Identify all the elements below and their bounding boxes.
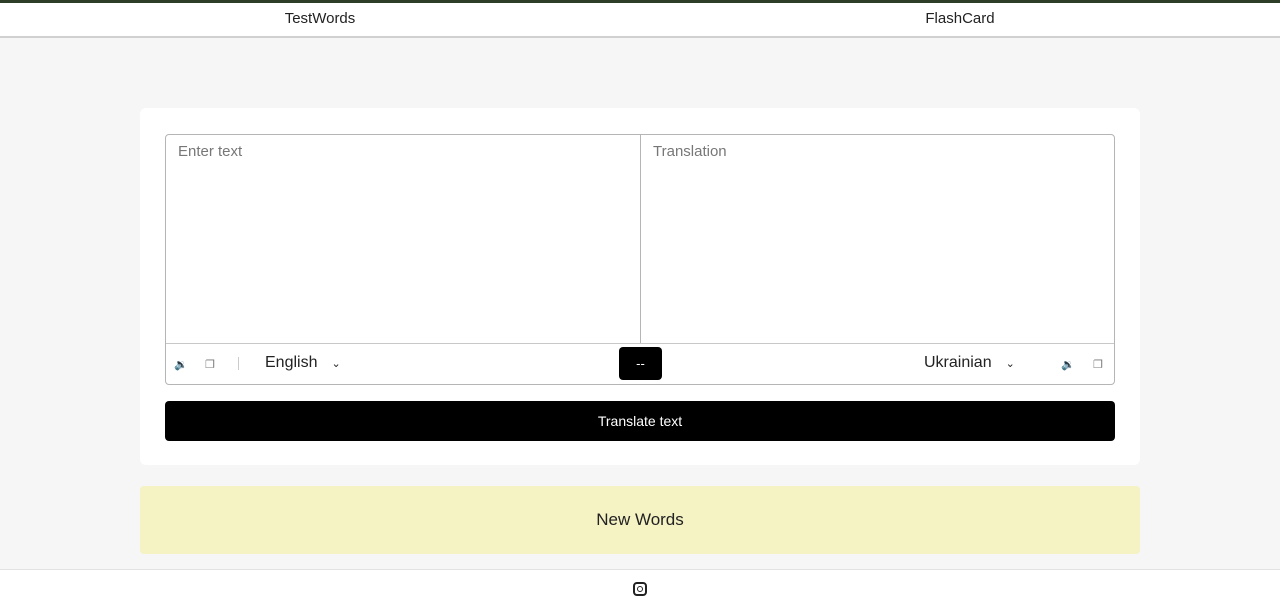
instagram-icon[interactable] — [633, 582, 647, 596]
new-words-panel[interactable]: New Words — [140, 486, 1140, 554]
target-language-value: Ukrainian — [924, 354, 992, 371]
translate-button[interactable]: Translate text — [165, 401, 1115, 441]
chevron-down-icon: ⌄ — [1005, 358, 1015, 370]
top-nav: TestWords FlashCard — [0, 3, 1280, 38]
speaker-icon[interactable]: 🔉 — [1061, 358, 1075, 371]
translator-card: 🔉 ❐ English ⌄ -- Ukrainian ⌄ 🔉 ❐ Translate… — [140, 108, 1140, 465]
translator-toolbar: 🔉 ❐ English ⌄ -- Ukrainian ⌄ 🔉 ❐ — [166, 343, 1114, 384]
source-language-value: English — [265, 354, 318, 371]
speaker-icon[interactable]: 🔉 — [174, 358, 188, 371]
footer — [0, 569, 1280, 610]
copy-icon[interactable]: ❐ — [1093, 358, 1103, 371]
chevron-down-icon: ⌄ — [331, 358, 341, 370]
source-text-input[interactable] — [166, 135, 641, 344]
divider — [238, 357, 239, 370]
nav-flashcard[interactable]: FlashCard — [640, 3, 1280, 36]
translation-output[interactable] — [641, 135, 1115, 344]
translator-box: 🔉 ❐ English ⌄ -- Ukrainian ⌄ 🔉 ❐ — [165, 134, 1115, 385]
swap-languages-button[interactable]: -- — [619, 347, 662, 380]
target-language-select[interactable]: Ukrainian ⌄ — [924, 354, 1015, 372]
copy-icon[interactable]: ❐ — [205, 358, 215, 371]
nav-testwords[interactable]: TestWords — [0, 3, 640, 36]
source-language-select[interactable]: English ⌄ — [265, 354, 341, 372]
